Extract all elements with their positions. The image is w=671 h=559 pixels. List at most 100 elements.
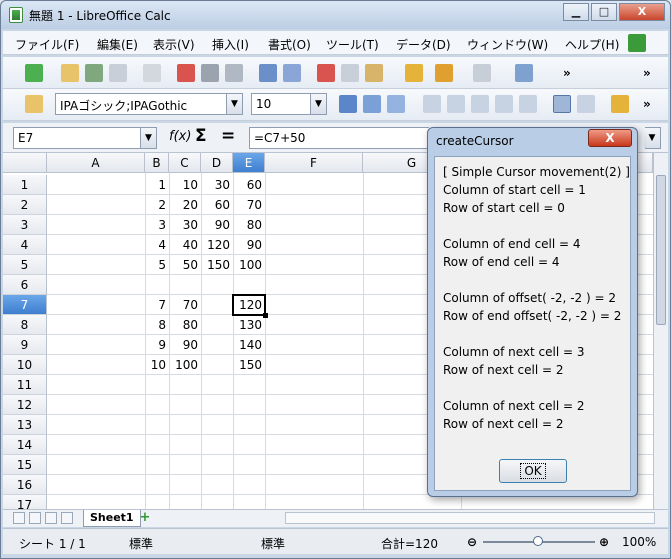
cell[interactable]: 120 <box>201 235 233 255</box>
expand-formula-icon[interactable]: ▼ <box>644 127 661 149</box>
cell[interactable]: 100 <box>169 355 201 375</box>
row-header[interactable]: 16 <box>3 475 47 495</box>
align-right-icon[interactable] <box>471 95 489 113</box>
cell[interactable]: 3 <box>145 215 169 235</box>
row-header[interactable]: 4 <box>3 235 47 255</box>
maximize-button[interactable]: □ <box>591 3 617 21</box>
cell[interactable]: 2 <box>145 195 169 215</box>
ok-button[interactable]: OK <box>499 459 567 483</box>
export-pdf-icon[interactable] <box>177 64 195 82</box>
italic-icon[interactable] <box>363 95 381 113</box>
formula-input[interactable]: =C7+50 <box>249 127 429 149</box>
select-all-corner[interactable] <box>3 153 47 173</box>
cell[interactable]: 40 <box>169 235 201 255</box>
download-update-icon[interactable] <box>628 34 646 52</box>
copy-icon[interactable] <box>341 64 359 82</box>
cell[interactable]: 150 <box>233 355 265 375</box>
last-sheet-icon[interactable] <box>61 512 73 524</box>
font-size-select[interactable]: 10 ▼ <box>251 93 327 115</box>
zoom-level[interactable]: 100% <box>622 535 656 549</box>
cell[interactable]: 140 <box>233 335 265 355</box>
styles-formatting-icon[interactable] <box>25 95 43 113</box>
menu-insert[interactable]: 挿入(I) <box>212 36 249 53</box>
cell[interactable]: 80 <box>169 315 201 335</box>
menu-format[interactable]: 書式(O) <box>268 36 311 53</box>
column-header[interactable]: E <box>233 153 265 173</box>
column-header[interactable]: D <box>201 153 233 173</box>
close-button[interactable]: X <box>619 3 665 21</box>
toolbar-overflow-icon[interactable]: » <box>563 66 575 80</box>
cell[interactable]: 130 <box>233 315 265 335</box>
sum-icon[interactable]: Σ <box>195 126 207 146</box>
insert-mode[interactable]: 標準 <box>261 535 285 552</box>
add-sheet-icon[interactable]: + <box>135 510 155 526</box>
scrollbar-thumb[interactable] <box>656 175 666 325</box>
column-header[interactable]: F <box>265 153 363 173</box>
row-header[interactable]: 3 <box>3 215 47 235</box>
cell[interactable]: 7 <box>145 295 169 315</box>
cell[interactable]: 90 <box>233 235 265 255</box>
cell[interactable]: 90 <box>169 335 201 355</box>
function-wizard-icon[interactable]: f(x) <box>169 129 191 144</box>
row-header[interactable]: 17 <box>3 495 47 509</box>
cell[interactable]: 20 <box>169 195 201 215</box>
underline-icon[interactable] <box>387 95 405 113</box>
title-bar[interactable]: 無題 1 - LibreOffice Calc ▁ □ X <box>1 1 670 29</box>
cell[interactable]: 1 <box>145 175 169 195</box>
cell[interactable]: 5 <box>145 255 169 275</box>
bold-icon[interactable] <box>339 95 357 113</box>
menu-data[interactable]: データ(D) <box>396 36 451 53</box>
chevron-down-icon[interactable]: ▼ <box>310 94 326 114</box>
cell[interactable]: 9 <box>145 335 169 355</box>
menu-tools[interactable]: ツール(T) <box>326 36 379 53</box>
row-header[interactable]: 2 <box>3 195 47 215</box>
cell[interactable]: 150 <box>201 255 233 275</box>
toolbar-overflow-icon-2[interactable]: » <box>643 66 655 80</box>
redo-icon[interactable] <box>473 64 491 82</box>
row-header[interactable]: 13 <box>3 415 47 435</box>
minimize-button[interactable]: ▁ <box>563 3 589 21</box>
prev-sheet-icon[interactable] <box>29 512 41 524</box>
row-header[interactable]: 11 <box>3 375 47 395</box>
row-header[interactable]: 5 <box>3 255 47 275</box>
row-header[interactable]: 8 <box>3 315 47 335</box>
wrap-text-icon[interactable] <box>553 95 571 113</box>
horizontal-scrollbar[interactable] <box>285 512 655 524</box>
cell[interactable]: 10 <box>169 175 201 195</box>
cell[interactable]: 60 <box>201 195 233 215</box>
align-left-icon[interactable] <box>423 95 441 113</box>
sheet-tab[interactable]: Sheet1 <box>83 510 141 527</box>
font-name-select[interactable]: IPAゴシック;IPAGothic ▼ <box>55 93 243 115</box>
chevron-down-icon[interactable]: ▼ <box>226 94 242 114</box>
dialog-close-button[interactable]: X <box>588 129 632 147</box>
zoom-slider-thumb[interactable] <box>533 536 543 546</box>
cell[interactable]: 30 <box>169 215 201 235</box>
first-sheet-icon[interactable] <box>13 512 25 524</box>
paste-icon[interactable] <box>365 64 383 82</box>
edit-file-icon[interactable] <box>143 64 161 82</box>
cell[interactable]: 60 <box>233 175 265 195</box>
column-header[interactable]: B <box>145 153 169 173</box>
justify-icon[interactable] <box>495 95 513 113</box>
page-style[interactable]: 標準 <box>129 535 153 552</box>
next-sheet-icon[interactable] <box>45 512 57 524</box>
cell[interactable]: 100 <box>233 255 265 275</box>
save-icon[interactable] <box>85 64 103 82</box>
new-document-icon[interactable] <box>25 64 43 82</box>
chevron-down-icon[interactable]: ▼ <box>140 128 156 148</box>
cell[interactable]: 30 <box>201 175 233 195</box>
row-header[interactable]: 1 <box>3 175 47 195</box>
column-header[interactable]: A <box>47 153 145 173</box>
zoom-out-icon[interactable]: ⊖ <box>467 535 477 549</box>
cell[interactable]: 50 <box>169 255 201 275</box>
open-folder-icon[interactable] <box>61 64 79 82</box>
row-header[interactable]: 15 <box>3 455 47 475</box>
print-preview-icon[interactable] <box>225 64 243 82</box>
menu-file[interactable]: ファイル(F) <box>15 36 79 53</box>
hyperlink-icon[interactable] <box>515 64 533 82</box>
cell[interactable]: 90 <box>201 215 233 235</box>
menu-window[interactable]: ウィンドウ(W) <box>467 36 548 53</box>
column-header[interactable]: C <box>169 153 201 173</box>
row-header[interactable]: 10 <box>3 355 47 375</box>
cell[interactable]: 4 <box>145 235 169 255</box>
